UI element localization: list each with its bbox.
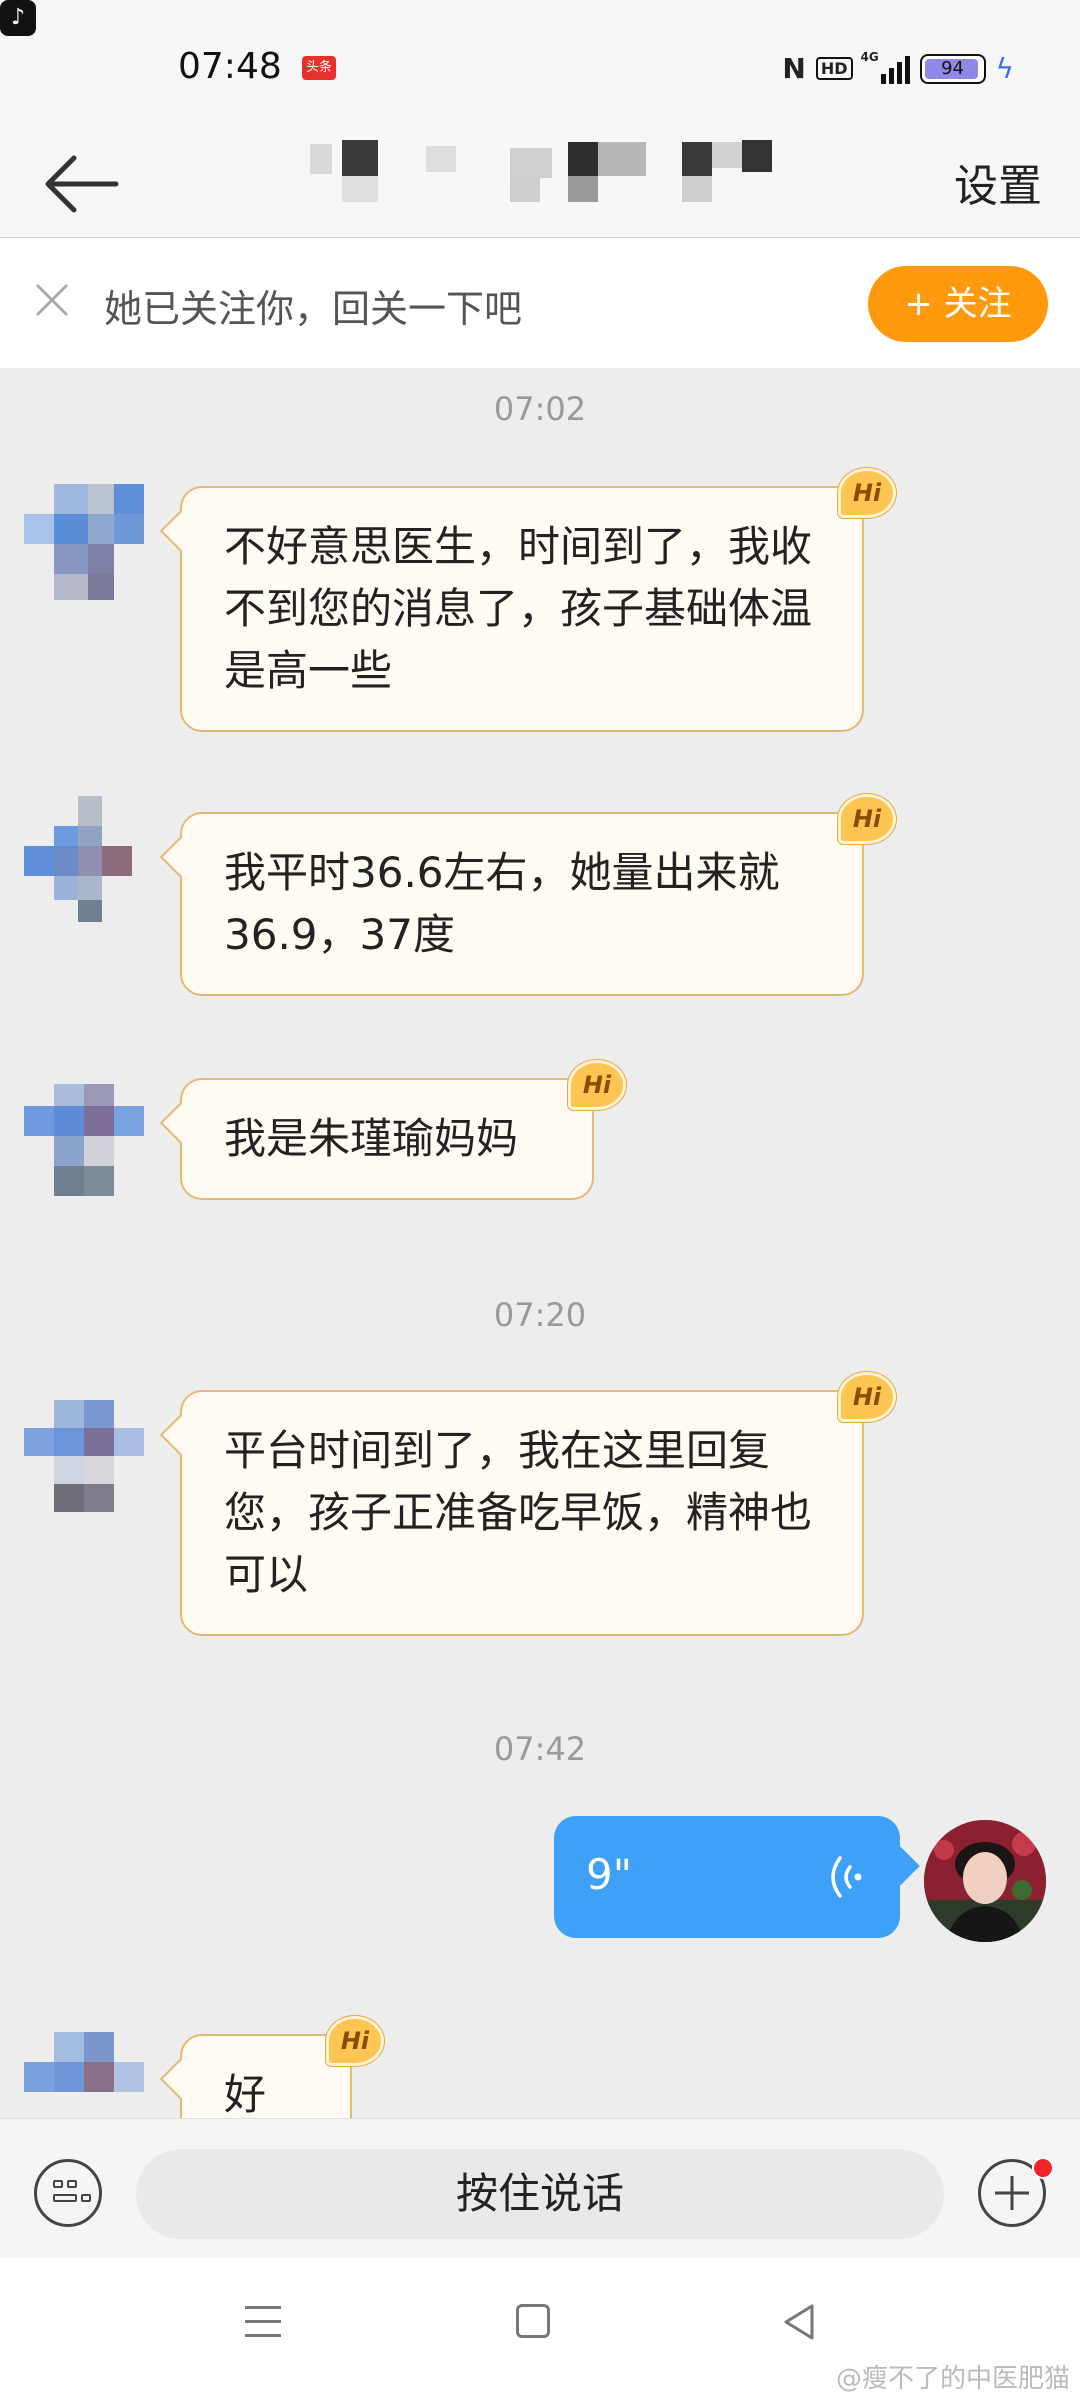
message-bubble[interactable]: 好的 Hi bbox=[180, 2016, 384, 2118]
message-bubble[interactable]: 我是朱瑾瑜妈妈 Hi bbox=[180, 1060, 626, 1200]
nfc-icon: N bbox=[782, 52, 806, 85]
home-icon[interactable] bbox=[516, 2304, 550, 2338]
chat-header: 设置 bbox=[0, 130, 1080, 238]
settings-button[interactable]: 设置 bbox=[954, 150, 1042, 214]
voice-duration: 9" bbox=[586, 1850, 633, 1899]
contact-name-pixelated bbox=[310, 138, 780, 202]
timestamp: 07:02 bbox=[493, 390, 587, 428]
hi-badge-icon: Hi bbox=[568, 1060, 626, 1110]
follow-button[interactable]: + 关注 bbox=[868, 266, 1048, 342]
status-time: 07:48 bbox=[178, 46, 282, 87]
back-arrow-icon[interactable] bbox=[42, 154, 120, 214]
message-text: 我是朱瑾瑜妈妈 bbox=[224, 1114, 519, 1163]
message-text: 好的 bbox=[224, 2070, 267, 2118]
avatar[interactable] bbox=[24, 2032, 152, 2118]
signal-icon: 4G bbox=[861, 50, 910, 84]
message-text: 不好意思医生，时间到了，我收不到您的消息了，孩子基础体温是高一些 bbox=[224, 522, 813, 695]
close-icon[interactable] bbox=[34, 282, 70, 318]
hi-badge-icon: Hi bbox=[838, 794, 896, 844]
notification-dot bbox=[1032, 2157, 1054, 2179]
input-bar: 按住说话 bbox=[0, 2118, 1080, 2258]
menu-icon[interactable] bbox=[245, 2306, 281, 2340]
timestamp: 07:20 bbox=[493, 1296, 587, 1334]
chat-messages[interactable]: 07:02 不好意思医生，时间到了，我收不到您的消息了，孩子基础体温是高一些 H… bbox=[0, 368, 1080, 2118]
battery-level: 94 bbox=[941, 57, 964, 79]
follow-back-banner: 她已关注你，回关一下吧 + 关注 bbox=[0, 238, 1080, 368]
avatar[interactable] bbox=[24, 796, 152, 922]
back-triangle-icon[interactable] bbox=[782, 2302, 816, 2342]
watermark: @瘦不了的中医肥猫 bbox=[835, 2364, 1070, 2394]
system-nav-bar: @瘦不了的中医肥猫 bbox=[0, 2258, 1080, 2400]
network-type-label: 4G bbox=[860, 49, 879, 64]
hi-badge-icon: Hi bbox=[838, 468, 896, 518]
voice-message-bubble[interactable]: 9" bbox=[554, 1816, 900, 1938]
message-bubble[interactable]: 我平时36.6左右，她量出来就36.9，37度 Hi bbox=[180, 794, 896, 996]
voice-wave-icon bbox=[831, 1856, 862, 1898]
avatar[interactable] bbox=[24, 1400, 152, 1520]
message-text: 我平时36.6左右，她量出来就36.9，37度 bbox=[224, 848, 780, 959]
status-icons: N HD 4G 94 ϟ bbox=[782, 50, 1014, 86]
avatar[interactable] bbox=[24, 1084, 152, 1204]
battery-icon: 94 bbox=[919, 53, 986, 84]
avatar[interactable] bbox=[24, 484, 152, 604]
tiktok-icon: ♪ bbox=[0, 0, 36, 36]
hi-badge-icon: Hi bbox=[326, 2016, 384, 2066]
status-bar: 07:48 头条 ♪ N HD 4G 94 ϟ bbox=[0, 0, 1080, 130]
charging-icon: ϟ bbox=[995, 52, 1014, 85]
hi-badge-icon: Hi bbox=[838, 1372, 896, 1422]
message-text: 平台时间到了，我在这里回复您，孩子正准备吃早饭，精神也可以 bbox=[224, 1426, 813, 1599]
my-avatar[interactable] bbox=[924, 1820, 1046, 1942]
toutiao-icon: 头条 bbox=[302, 56, 336, 80]
follow-prompt-text: 她已关注你，回关一下吧 bbox=[104, 287, 523, 331]
message-bubble[interactable]: 不好意思医生，时间到了，我收不到您的消息了，孩子基础体温是高一些 Hi bbox=[180, 468, 896, 732]
hold-to-talk-button[interactable]: 按住说话 bbox=[136, 2149, 944, 2239]
hd-icon: HD bbox=[815, 57, 853, 80]
keyboard-icon[interactable] bbox=[34, 2159, 102, 2227]
timestamp: 07:42 bbox=[493, 1730, 587, 1768]
message-bubble[interactable]: 平台时间到了，我在这里回复您，孩子正准备吃早饭，精神也可以 Hi bbox=[180, 1372, 896, 1636]
